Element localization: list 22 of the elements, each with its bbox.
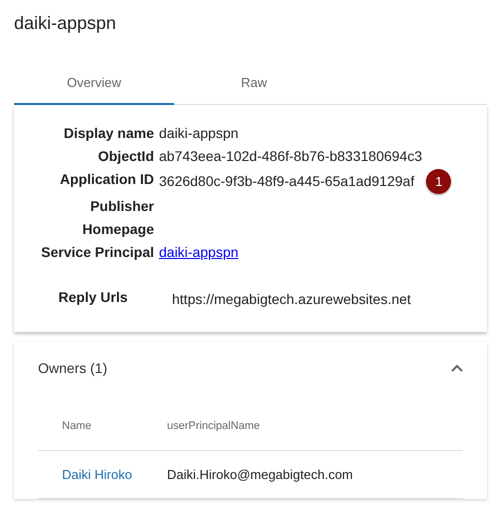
property-label: Service Principal [40,243,154,262]
property-value: daiki-appspn [159,124,238,143]
chevron-up-icon[interactable] [451,364,463,372]
owner-name-link[interactable]: Daiki Hiroko [62,467,167,482]
property-label: Homepage [81,220,154,239]
property-value: 3626d80c-9f3b-48f9-a445-65a1ad9129af [159,172,414,191]
number-badge: 1 [426,169,452,194]
page-title: daiki-appspn [14,12,118,35]
service-principal-link[interactable]: daiki-appspn [159,242,238,263]
property-value: ab743eea-102d-486f-8b76-b833180694c3 [159,147,422,166]
property-label: Publisher [89,197,154,216]
tab[interactable]: Raw [174,62,334,105]
panel-title: Owners (1) [38,360,108,376]
column-header: Name [62,420,92,432]
column-header: userPrincipalName [167,420,261,432]
property-label: ObjectId [96,147,154,166]
property-label: Reply Urls [57,288,129,307]
property-label: Display name [62,124,154,143]
table-cell-text: Daiki.Hiroko@megabigtech.com [167,467,354,482]
reply-url: https://megabigtech.azurewebsites.net [172,290,412,309]
property-label: Application ID [58,170,154,189]
tab[interactable]: Overview [14,62,174,105]
